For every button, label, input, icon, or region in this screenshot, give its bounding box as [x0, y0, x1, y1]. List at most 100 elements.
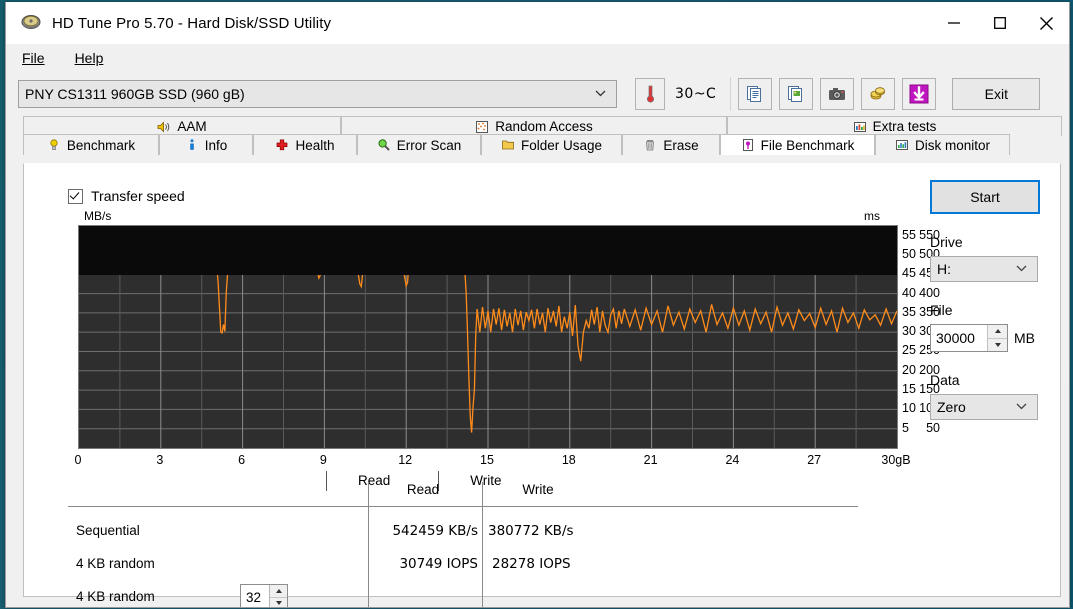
toolbar-separator [730, 77, 732, 111]
tab-error-scan[interactable]: Error Scan [357, 134, 481, 155]
file-benchmark-icon [741, 138, 755, 152]
caption-buttons [931, 2, 1069, 44]
y-tick-right: 10 [902, 401, 916, 416]
tab-error-scan-label: Error Scan [396, 137, 462, 153]
tab-file-benchmark[interactable]: File Benchmark [720, 134, 875, 155]
speaker-icon [157, 120, 171, 134]
queue-depth-increment[interactable] [270, 585, 287, 598]
tab-folder-usage[interactable]: Folder Usage [481, 134, 622, 155]
tab-aam[interactable]: AAM [23, 116, 341, 136]
x-tick: 0 [74, 453, 82, 467]
table-row: 4 KB random 30749 IOPS 28278 IOPS [68, 549, 868, 582]
benchmark-graph: MB/s ms 55050045040035030025020015010050… [40, 209, 940, 491]
trash-icon [643, 138, 657, 152]
tab-info[interactable]: Info [159, 134, 253, 155]
tab-disk-monitor[interactable]: Disk monitor [875, 134, 1010, 155]
data-combobox[interactable]: Zero [930, 394, 1038, 420]
file-size-increment[interactable] [988, 325, 1007, 339]
start-button[interactable]: Start [930, 180, 1040, 214]
menu-bar: File Help [6, 44, 1069, 72]
menu-help[interactable]: Help [71, 48, 108, 68]
data-label: Data [930, 372, 960, 388]
plot-area [78, 225, 898, 449]
temperature-button[interactable] [635, 78, 665, 110]
col-header-write: Write [522, 482, 554, 497]
transfer-speed-checkbox-row[interactable]: Transfer speed [68, 188, 185, 204]
tab-random-access[interactable]: Random Access [341, 116, 727, 136]
disk-monitor-icon [895, 138, 909, 152]
row-sequential-read: 542459 KB/s [392, 523, 478, 539]
copy-image-icon [788, 86, 803, 102]
transfer-speed-checkbox[interactable] [68, 188, 83, 204]
tab-random-access-label: Random Access [495, 119, 593, 134]
tab-benchmark[interactable]: Benchmark [23, 134, 159, 155]
file-size-stepper[interactable]: 30000 [930, 324, 1008, 352]
drive-label: Drive [930, 234, 963, 250]
queue-depth-stepper[interactable]: 32 [240, 584, 288, 607]
x-tick: 3 [156, 453, 164, 467]
save-button[interactable] [902, 78, 937, 110]
transfer-speed-label: Transfer speed [91, 188, 185, 204]
table-row: Sequential 542459 KB/s 380772 KB/s [68, 516, 868, 549]
y-tick-right: 35 [902, 304, 916, 319]
y-tick-right: 55 [902, 227, 916, 242]
menu-file[interactable]: File [18, 48, 49, 68]
tab-benchmark-label: Benchmark [66, 137, 136, 153]
screenshot-button[interactable] [820, 78, 855, 110]
y-axis-left-title: MB/s [84, 209, 112, 223]
maximize-button[interactable] [977, 2, 1023, 44]
y-tick-right: 20 [902, 362, 916, 377]
row-label-sequential: Sequential [76, 523, 140, 538]
col-header-read: Read [406, 482, 440, 497]
row-label-4kb-random: 4 KB random [76, 556, 155, 571]
control-panel: Start Drive H: File 30000 MB Data Zero [930, 180, 1050, 420]
download-arrow-icon [909, 84, 929, 104]
drive-combobox[interactable]: H: [930, 256, 1038, 282]
health-cross-icon [275, 138, 289, 152]
file-size-buttons [987, 325, 1007, 351]
plot-highlight-band [79, 226, 897, 275]
minimize-button[interactable] [931, 2, 977, 44]
tab-aam-label: AAM [177, 119, 207, 134]
random-access-icon [475, 120, 489, 134]
file-size-value: 30000 [936, 330, 975, 346]
copy-text-button[interactable] [738, 78, 773, 110]
x-tick: 6 [238, 453, 246, 467]
chevron-down-icon [1016, 263, 1027, 275]
row-sequential-write: 380772 KB/s [488, 523, 574, 539]
queue-depth-decrement[interactable] [270, 597, 287, 607]
row-label-4kb-random-queued: 4 KB random [76, 589, 155, 604]
tab-extra-tests[interactable]: Extra tests [727, 116, 1062, 136]
data-combobox-value: Zero [937, 399, 966, 415]
exit-button[interactable]: Exit [952, 78, 1041, 110]
queue-depth-value: 32 [246, 589, 262, 605]
magnifier-icon [377, 138, 391, 152]
chevron-down-icon [595, 88, 606, 100]
coins-icon [870, 87, 886, 100]
tab-file-benchmark-label: File Benchmark [760, 137, 855, 153]
y-tick-right: 15 [902, 382, 916, 397]
x-tick: 30gB [881, 453, 911, 467]
tab-row-top: AAM Random Access Extra tests [23, 116, 1062, 136]
y-tick-right: 30 [902, 324, 916, 339]
toolbar: PNY CS1311 960GB SSD (960 gB) 30~C Exit [6, 72, 1069, 116]
tab-info-label: Info [204, 137, 228, 153]
x-tick: 27 [807, 453, 822, 467]
settings-button[interactable] [861, 78, 896, 110]
window-title: HD Tune Pro 5.70 - Hard Disk/SSD Utility [52, 14, 332, 32]
close-button[interactable] [1023, 2, 1069, 44]
file-size-decrement[interactable] [988, 338, 1007, 351]
copy-image-button[interactable] [779, 78, 814, 110]
exit-button-label: Exit [984, 86, 1008, 102]
chevron-down-icon [1016, 401, 1027, 413]
table-row: 4 KB random 32 [68, 582, 868, 607]
bar-chart-icon [853, 120, 867, 134]
tab-health[interactable]: Health [253, 134, 357, 155]
hd-tune-window: HD Tune Pro 5.70 - Hard Disk/SSD Utility… [5, 2, 1070, 608]
start-button-label: Start [970, 189, 1000, 205]
row-4kb-random-write: 28278 IOPS [492, 556, 571, 572]
file-benchmark-panel: Transfer speed MB/s ms 55050045040035030… [23, 163, 1061, 607]
lightbulb-icon [47, 138, 61, 152]
tab-erase[interactable]: Erase [622, 134, 720, 155]
drive-selector-combobox[interactable]: PNY CS1311 960GB SSD (960 gB) [18, 80, 617, 108]
